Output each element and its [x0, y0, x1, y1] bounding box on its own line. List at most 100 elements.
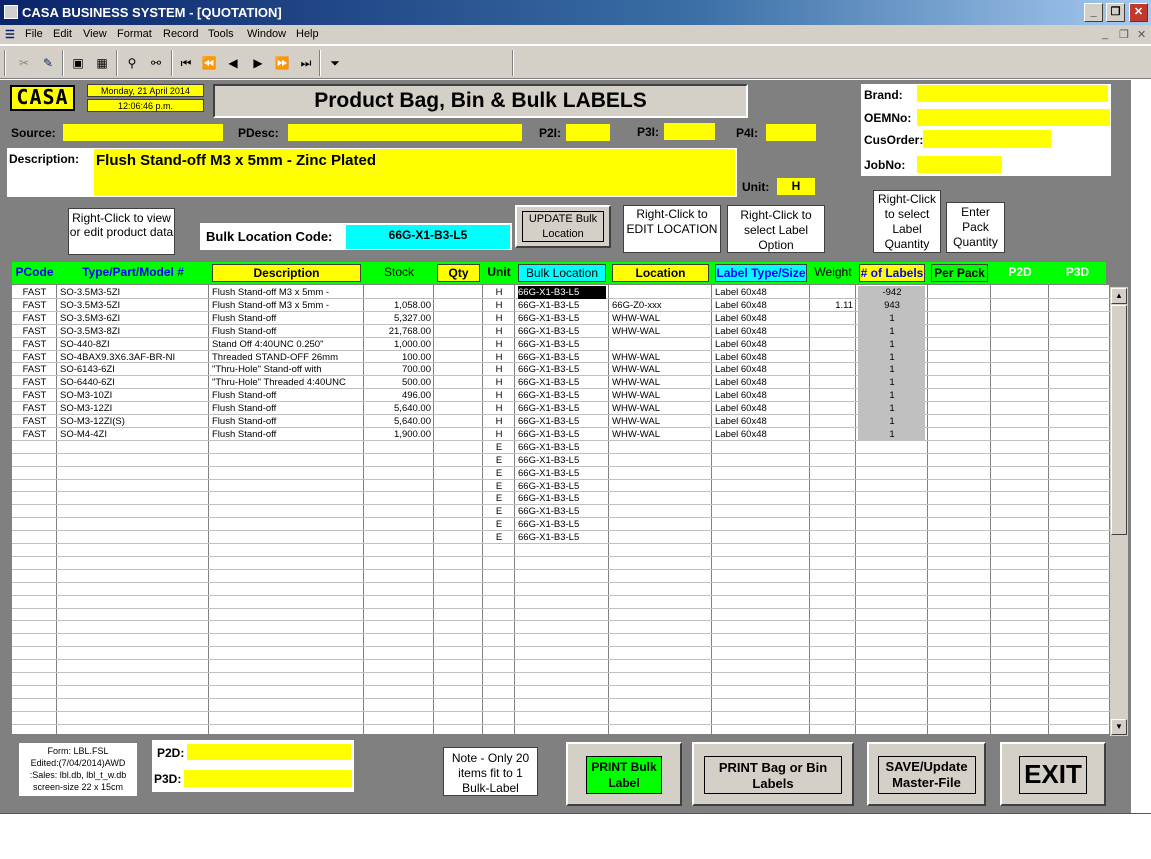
source-field[interactable] [63, 124, 223, 141]
grid-cell-desc[interactable] [212, 492, 361, 505]
grid-cell-stock[interactable]: 21,768.00 [367, 325, 431, 338]
grid-cell-label[interactable]: Label 60x48 [715, 299, 807, 312]
grid-cell-loc[interactable] [612, 505, 709, 518]
grid-cell-desc[interactable]: Flush Stand-off [212, 389, 361, 402]
grid-cell-bulk[interactable]: 66G-X1-B3-L5 [518, 312, 606, 325]
grid-cell-labels[interactable]: 1 [859, 415, 925, 428]
grid-cell-pcode[interactable] [15, 505, 54, 518]
grid-cell-stock[interactable] [367, 441, 431, 454]
grid-cell-label[interactable] [715, 505, 807, 518]
grid-cell-weight[interactable] [813, 312, 853, 325]
grid-cell-label[interactable]: Label 60x48 [715, 286, 807, 299]
edit-location-button[interactable]: Right-Click to EDIT LOCATION [623, 205, 721, 253]
grid-cell-stock[interactable] [367, 454, 431, 467]
grid-cell-part[interactable] [60, 441, 206, 454]
exit-button[interactable]: EXIT [1000, 742, 1106, 806]
grid-cell-part[interactable] [60, 518, 206, 531]
last-record-icon[interactable]: ⏭ [296, 53, 316, 73]
col-part[interactable]: Type/Part/Model # [57, 262, 209, 284]
grid-cell-part[interactable] [60, 505, 206, 518]
grid-cell-labels[interactable]: 1 [859, 363, 925, 376]
grid-cell-stock[interactable]: 700.00 [367, 363, 431, 376]
grid-cell-stock[interactable] [367, 286, 431, 299]
menu-window[interactable]: Window [247, 28, 286, 40]
grid-cell-loc[interactable]: WHW-WAL [612, 363, 709, 376]
grid-cell-labels[interactable]: 1 [859, 389, 925, 402]
grid-cell-weight[interactable] [813, 402, 853, 415]
grid-cell-loc[interactable]: WHW-WAL [612, 389, 709, 402]
col-unit[interactable]: Unit [483, 262, 515, 284]
grid-cell-part[interactable]: SO-3.5M3-5ZI [60, 286, 206, 299]
grid-cell-part[interactable]: SO-M4-4ZI [60, 428, 206, 441]
grid-cell-stock[interactable] [367, 467, 431, 480]
grid-cell-part[interactable]: SO-M3-12ZI [60, 402, 206, 415]
grid-cell-label[interactable]: Label 60x48 [715, 312, 807, 325]
grid-cell-bulk[interactable]: 66G-X1-B3-L5 [518, 492, 606, 505]
grid-cell-labels[interactable]: 943 [859, 299, 925, 312]
first-record-icon[interactable]: ⏮ [176, 53, 196, 73]
replace-icon[interactable]: ⚯ [146, 53, 166, 73]
grid-cell-unit[interactable]: H [486, 286, 512, 299]
grid-cell-desc[interactable]: Flush Stand-off M3 x 5mm - [212, 299, 361, 312]
grid-cell-part[interactable]: SO-M3-10ZI [60, 389, 206, 402]
jobno-field[interactable] [917, 156, 1002, 173]
col-description[interactable]: Description [209, 262, 364, 284]
grid-cell-loc[interactable] [612, 518, 709, 531]
select-label-qty-button[interactable]: Right-Click to select Label Quantity [873, 190, 941, 253]
grid-cell-loc[interactable]: WHW-WAL [612, 415, 709, 428]
menu-help[interactable]: Help [296, 28, 319, 40]
grid-cell-pcode[interactable] [15, 518, 54, 531]
grid-cell-stock[interactable]: 5,327.00 [367, 312, 431, 325]
grid-cell-weight[interactable] [813, 467, 853, 480]
next-record-icon[interactable]: ▶ [248, 53, 268, 73]
save-master-button[interactable]: SAVE/Update Master-File [867, 742, 986, 806]
grid-cell-bulk[interactable]: 66G-X1-B3-L5 [518, 299, 606, 312]
col-stock[interactable]: Stock [364, 262, 434, 284]
design-icon[interactable]: ▦ [92, 53, 112, 73]
grid-cell-pcode[interactable]: FAST [15, 312, 54, 325]
p2d-field[interactable] [187, 744, 351, 760]
close-button[interactable]: ✕ [1129, 3, 1148, 22]
grid-cell-labels[interactable] [859, 531, 925, 544]
grid-cell-bulk[interactable]: 66G-X1-B3-L5 [518, 402, 606, 415]
prev-page-icon[interactable]: ⏪ [199, 53, 219, 73]
menu-file[interactable]: File [25, 28, 43, 40]
grid-cell-unit[interactable]: H [486, 402, 512, 415]
edit-icon[interactable]: ✎ [38, 53, 58, 73]
grid-cell-unit[interactable]: H [486, 299, 512, 312]
grid-cell-loc[interactable]: WHW-WAL [612, 402, 709, 415]
col-qty[interactable]: Qty [434, 262, 483, 284]
grid-cell-weight[interactable]: 1.11 [813, 299, 853, 312]
grid-cell-weight[interactable] [813, 389, 853, 402]
grid-cell-desc[interactable] [212, 518, 361, 531]
grid-cell-stock[interactable] [367, 505, 431, 518]
grid-cell-label[interactable]: Label 60x48 [715, 389, 807, 402]
grid-cell-labels[interactable]: 1 [859, 428, 925, 441]
grid-cell-weight[interactable] [813, 363, 853, 376]
grid-cell-part[interactable]: SO-6440-6ZI [60, 376, 206, 389]
grid-cell-weight[interactable] [813, 518, 853, 531]
restore-button[interactable]: ❐ [1106, 3, 1125, 22]
grid-cell-labels[interactable] [859, 518, 925, 531]
grid-cell-unit[interactable]: H [486, 376, 512, 389]
grid-cell-bulk[interactable]: 66G-X1-B3-L5 [518, 505, 606, 518]
col-p3d[interactable]: P3D [1049, 262, 1106, 284]
grid-cell-desc[interactable]: Flush Stand-off [212, 428, 361, 441]
grid-cell-bulk[interactable]: 66G-X1-B3-L5 [518, 286, 606, 299]
grid-cell-pcode[interactable]: FAST [15, 376, 54, 389]
grid-cell-bulk[interactable]: 66G-X1-B3-L5 [518, 338, 606, 351]
minimize-button[interactable]: _ [1084, 3, 1103, 22]
p4i-field[interactable] [766, 124, 816, 141]
grid-cell-loc[interactable] [612, 492, 709, 505]
grid-cell-desc[interactable]: Flush Stand-off [212, 402, 361, 415]
grid-cell-pcode[interactable] [15, 441, 54, 454]
grid-cell-desc[interactable] [212, 531, 361, 544]
grid-cell-part[interactable] [60, 531, 206, 544]
grid-cell-stock[interactable]: 496.00 [367, 389, 431, 402]
grid-cell-pcode[interactable]: FAST [15, 363, 54, 376]
update-bulk-location-button[interactable]: UPDATE Bulk Location [515, 205, 611, 248]
grid-cell-desc[interactable] [212, 505, 361, 518]
grid-cell-desc[interactable] [212, 441, 361, 454]
grid-cell-unit[interactable]: E [486, 492, 512, 505]
grid-cell-labels[interactable] [859, 505, 925, 518]
